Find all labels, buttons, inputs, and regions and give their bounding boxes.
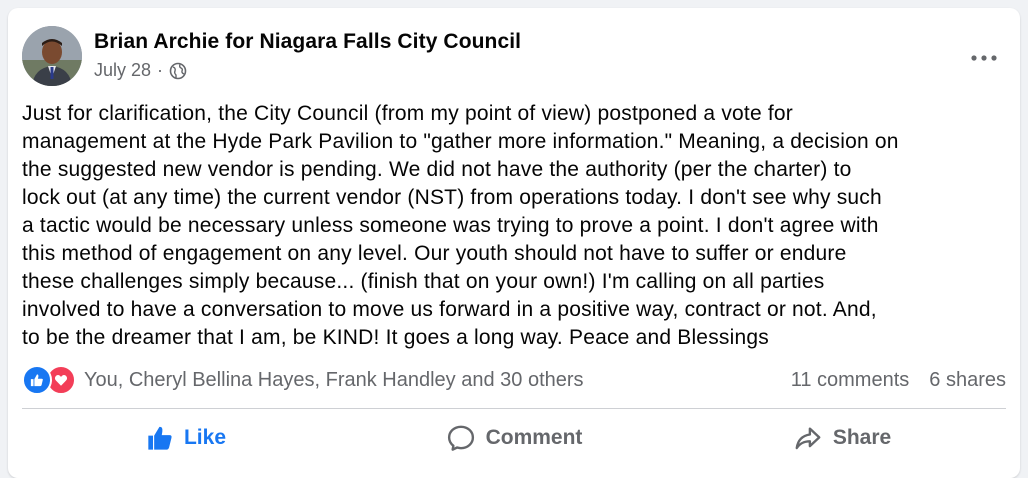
reactions-summary[interactable]: You, Cheryl Bellina Hayes, Frank Handley… (22, 365, 584, 395)
author-name[interactable]: Brian Archie for Niagara Falls City Coun… (94, 30, 521, 54)
comment-icon (447, 425, 474, 451)
comment-label: Comment (485, 426, 583, 449)
share-icon (795, 427, 821, 450)
post-text: Just for clarification, the City Council… (22, 102, 899, 349)
reaction-icons (22, 365, 76, 395)
globe-icon[interactable] (169, 62, 187, 80)
post-meta: July 28 · (94, 60, 187, 81)
reactions-text: You, Cheryl Bellina Hayes, Frank Handley… (84, 368, 584, 391)
engagement-counts: 11 comments 6 shares (791, 369, 1006, 392)
more-options-button[interactable] (966, 48, 1002, 68)
profile-photo-icon (22, 26, 82, 86)
ellipsis-icon (971, 55, 997, 61)
thumbs-up-icon (148, 426, 172, 450)
like-button[interactable]: Like (22, 412, 350, 464)
avatar[interactable] (22, 26, 82, 86)
comment-button[interactable]: Comment (350, 412, 678, 464)
share-button[interactable]: Share (678, 412, 1006, 464)
share-label: Share (832, 426, 892, 449)
post-header: Brian Archie for Niagara Falls City Coun… (22, 26, 1006, 90)
post-actions: Like Comment Share (22, 412, 1006, 464)
like-icon (22, 365, 52, 395)
post-card: Brian Archie for Niagara Falls City Coun… (8, 8, 1020, 478)
like-label: Like (183, 426, 227, 449)
post-stats: You, Cheryl Bellina Hayes, Frank Handley… (22, 362, 1006, 398)
comments-count[interactable]: 11 comments (791, 369, 910, 392)
shares-count[interactable]: 6 shares (929, 369, 1006, 392)
meta-separator: · (157, 60, 164, 80)
post-date[interactable]: July 28 (94, 60, 151, 81)
actions-divider (22, 408, 1006, 409)
